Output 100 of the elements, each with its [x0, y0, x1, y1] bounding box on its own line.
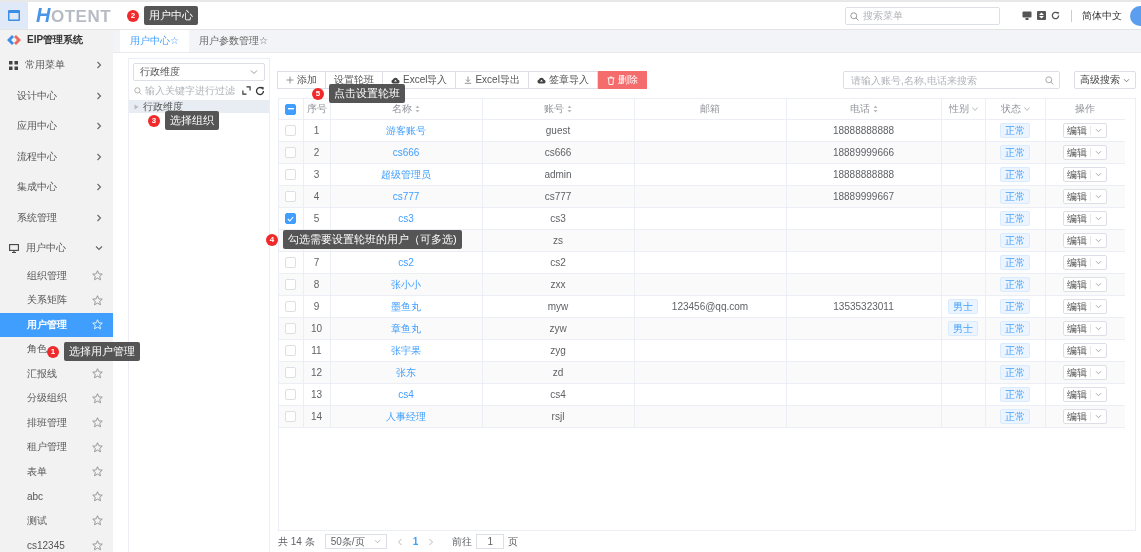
star-icon[interactable]: [92, 270, 103, 282]
toolbar-button[interactable]: Excel导入: [382, 71, 457, 89]
submenu-item[interactable]: 表单: [0, 459, 113, 484]
submenu-item[interactable]: 租户管理: [0, 435, 113, 460]
filter-field[interactable]: 输入关键字进行过滤: [133, 83, 238, 98]
app-menu-button[interactable]: [0, 2, 28, 29]
submenu-item[interactable]: cs12345: [0, 533, 113, 552]
toolbar-button[interactable]: 添加: [277, 71, 326, 89]
star-icon[interactable]: [92, 368, 103, 380]
row-number: 13: [310, 389, 323, 400]
dimension-select[interactable]: 行政维度: [133, 63, 265, 81]
table-cell: zd: [552, 367, 564, 378]
callout-tooltip: 用户中心: [144, 6, 198, 25]
search-icon: [134, 87, 142, 95]
table-cell: zs: [553, 235, 563, 246]
table-cell: 18889999666: [832, 147, 895, 158]
step-badge: 3: [148, 114, 160, 127]
row-number: 4: [313, 191, 320, 202]
edit-dropdown-button[interactable]: 编辑: [1063, 189, 1108, 204]
language-selector[interactable]: 简体中文: [1082, 8, 1122, 23]
submenu-item[interactable]: 汇报线: [0, 361, 113, 386]
callout-tooltip: 选择组织: [165, 111, 219, 130]
toolbar-button[interactable]: Excel导出: [455, 71, 529, 89]
sort-icon[interactable]: [872, 105, 878, 113]
sort-icon[interactable]: [567, 105, 572, 113]
edit-dropdown-button[interactable]: 编辑: [1063, 299, 1108, 314]
menu-search-field[interactable]: 搜索菜单: [845, 6, 1000, 25]
previous-page-icon[interactable]: [396, 537, 403, 546]
callout-tooltip: 点击设置轮班: [329, 84, 405, 103]
row-number: 3: [313, 169, 320, 180]
refresh-icon[interactable]: [255, 85, 265, 96]
next-page-icon[interactable]: [428, 537, 435, 546]
filter-caret-icon[interactable]: [971, 107, 978, 111]
page-input[interactable]: 1: [476, 534, 505, 549]
submenu-item[interactable]: 组织管理: [0, 263, 113, 288]
toolbar-button[interactable]: 签章导入: [527, 71, 598, 89]
star-icon[interactable]: [92, 466, 103, 478]
menu-item[interactable]: 设计中心: [0, 80, 113, 111]
caret-icon: [1095, 150, 1103, 155]
filter-caret-icon[interactable]: [1023, 107, 1030, 111]
edit-dropdown-button[interactable]: 编辑: [1063, 255, 1108, 270]
star-icon[interactable]: [92, 392, 103, 404]
edit-dropdown-button[interactable]: 编辑: [1063, 387, 1108, 402]
status-tag: 正常: [1000, 277, 1030, 292]
caret-icon: [1095, 392, 1103, 397]
check-icon: [287, 215, 295, 222]
submenu-item[interactable]: 分级组织: [0, 386, 113, 411]
logo: HOTENT: [36, 4, 112, 27]
edit-dropdown-button[interactable]: 编辑: [1063, 123, 1108, 138]
expand-icon[interactable]: [242, 86, 251, 95]
column-header: 邮箱: [700, 102, 720, 116]
submenu-item[interactable]: 测试: [0, 508, 113, 533]
status-tag: 正常: [1000, 321, 1030, 336]
edit-dropdown-button[interactable]: 编辑: [1063, 167, 1108, 182]
advanced-search-button[interactable]: 高级搜索: [1074, 71, 1136, 89]
callout-tooltip: 勾选需要设置轮班的用户（可多选): [283, 230, 462, 249]
refresh-icon[interactable]: [1051, 11, 1060, 20]
menu-item[interactable]: 集成中心: [0, 172, 113, 203]
status-tag: 正常: [1000, 211, 1030, 226]
star-icon[interactable]: [92, 490, 103, 502]
table-cell: 18889999667: [832, 191, 895, 202]
star-icon[interactable]: [92, 417, 103, 429]
tree-node[interactable]: 行政维度: [129, 100, 269, 113]
status-tag: 正常: [1000, 123, 1030, 138]
user-search-field[interactable]: 请输入账号,名称,电话来搜索: [843, 71, 1060, 89]
caret-icon: [1095, 238, 1103, 243]
menu-item[interactable]: 流程中心: [0, 141, 113, 172]
star-icon[interactable]: [92, 294, 103, 306]
menu-item[interactable]: 常用菜单: [0, 50, 113, 81]
page-size-select[interactable]: 50条/页: [324, 534, 387, 549]
edit-dropdown-button[interactable]: 编辑: [1063, 145, 1108, 160]
edit-dropdown-button[interactable]: 编辑: [1063, 321, 1108, 336]
edit-dropdown-button[interactable]: 编辑: [1063, 343, 1108, 358]
sort-icon[interactable]: [415, 105, 420, 113]
submenu-item[interactable]: abc: [0, 484, 113, 509]
submenu-item[interactable]: 排班管理: [0, 410, 113, 435]
menu-item[interactable]: 系统管理: [0, 202, 113, 233]
submenu-item[interactable]: 关系矩阵: [0, 288, 113, 313]
star-icon[interactable]: [92, 441, 103, 453]
row-checkbox[interactable]: [285, 213, 297, 225]
star-icon[interactable]: [92, 539, 103, 551]
logo-icon: [7, 35, 21, 45]
menu-item[interactable]: 应用中心: [0, 111, 113, 142]
caret-icon: [1095, 282, 1103, 287]
table-cell: 123456@qq.com: [671, 301, 749, 312]
edit-dropdown-button[interactable]: 编辑: [1063, 233, 1108, 248]
monitor-icon[interactable]: [1022, 11, 1032, 20]
select-all-checkbox[interactable]: [285, 103, 297, 115]
tab[interactable]: 用户参数管理☆: [188, 30, 278, 52]
edit-dropdown-button[interactable]: 编辑: [1063, 365, 1108, 380]
caret-icon: [1095, 370, 1103, 375]
status-tag: 正常: [1000, 299, 1030, 314]
edit-dropdown-button[interactable]: 编辑: [1063, 409, 1108, 424]
menu-item[interactable]: 用户中心: [0, 233, 113, 264]
edit-dropdown-button[interactable]: 编辑: [1063, 277, 1108, 292]
edit-dropdown-button[interactable]: 编辑: [1063, 211, 1108, 226]
table-cell: admin: [544, 169, 572, 180]
minus-icon: [287, 108, 294, 111]
fullscreen-icon[interactable]: [1037, 11, 1046, 20]
star-icon[interactable]: [92, 515, 103, 527]
